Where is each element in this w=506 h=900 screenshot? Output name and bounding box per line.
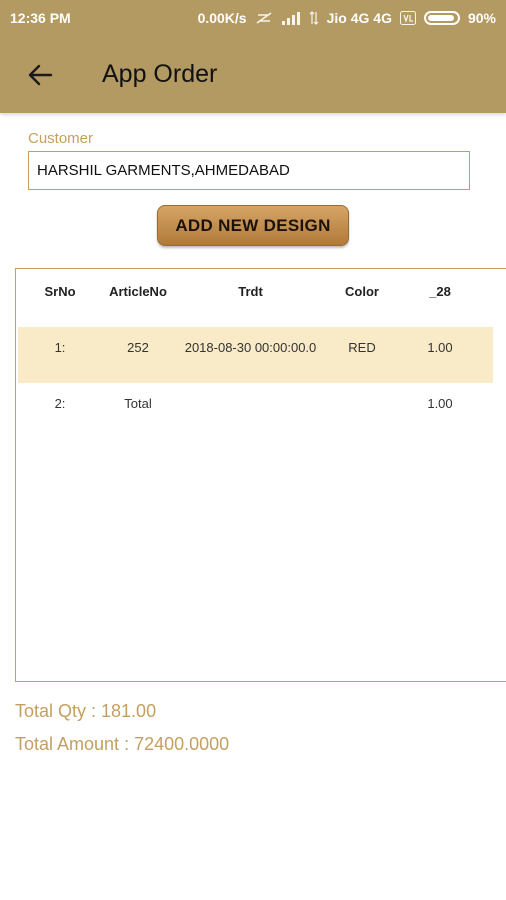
status-indicators: 0.00K/s Jio 4G 4G 90% xyxy=(198,10,496,26)
cell-size-28: 1.00 xyxy=(427,340,453,355)
cell-trdt xyxy=(178,383,323,439)
order-table: SrNo ArticleNo Trdt Color _28 1: 252 201… xyxy=(15,268,506,682)
app-bar: App Order xyxy=(0,36,506,113)
cell-trdt: 2018-08-30 00:00:00.0 xyxy=(184,340,317,355)
table-row[interactable]: 2: Total 1.00 xyxy=(18,383,493,439)
network-label: Jio 4G 4G xyxy=(326,10,392,26)
cell-articleno: 252 xyxy=(127,340,149,355)
cell-color xyxy=(336,383,388,439)
total-amount: Total Amount : 72400.0000 xyxy=(15,734,230,754)
cell-srno: 1: xyxy=(54,340,66,355)
cell-srno: 2: xyxy=(54,396,66,411)
table-row[interactable]: 1: 252 2018-08-30 00:00:00.0 RED 1.00 xyxy=(18,327,493,383)
battery-percent: 90% xyxy=(467,10,496,26)
network-speed: 0.00K/s xyxy=(197,10,247,26)
volte-icon xyxy=(399,11,416,25)
battery-icon xyxy=(423,11,460,25)
customer-field[interactable] xyxy=(28,151,470,190)
arrow-back-icon xyxy=(28,64,53,85)
status-bar: 12:36 PM 0.00K/s Jio 4G 4G 90% xyxy=(0,0,506,36)
header-trdt: Trdt xyxy=(238,284,263,299)
cell-size-28: 1.00 xyxy=(427,396,453,411)
add-new-design-button[interactable]: ADD NEW DESIGN xyxy=(157,205,349,246)
header-color: Color xyxy=(345,284,379,299)
cell-articleno: Total xyxy=(124,396,152,411)
back-button[interactable] xyxy=(16,51,64,99)
customer-label: Customer xyxy=(28,130,94,147)
header-articleno: ArticleNo xyxy=(109,284,167,299)
status-time: 12:36 PM xyxy=(10,10,71,26)
cell-color: RED xyxy=(348,340,376,355)
data-saver-icon xyxy=(255,11,273,25)
header-srno: SrNo xyxy=(44,284,76,299)
table-header: SrNo ArticleNo Trdt Color _28 xyxy=(18,269,493,325)
signal-icon xyxy=(281,11,301,25)
data-arrows-icon xyxy=(309,11,319,25)
header-size-28: _28 xyxy=(429,284,451,299)
total-qty: Total Qty : 181.00 xyxy=(15,701,157,721)
page-title: App Order xyxy=(102,60,218,88)
